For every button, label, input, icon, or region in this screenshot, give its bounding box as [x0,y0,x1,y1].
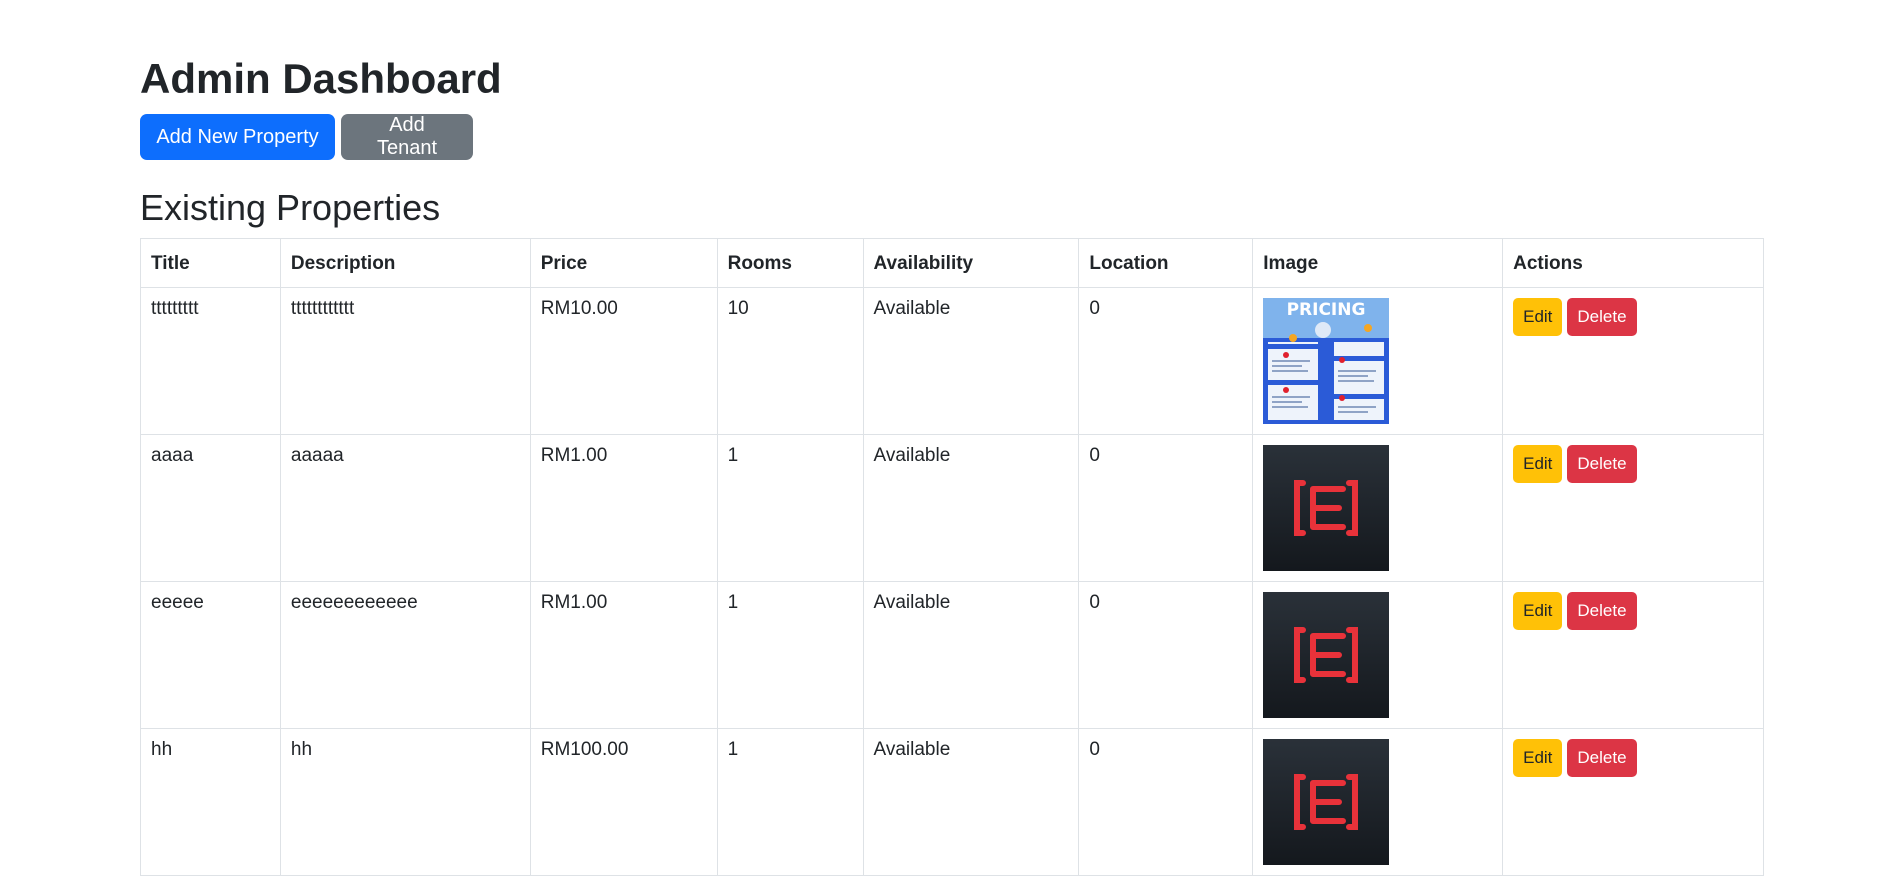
cell-actions: Edit Delete [1502,728,1764,876]
delete-button[interactable]: Delete [1567,739,1637,777]
table-row: hh hh RM100.00 1 Available 0 Edit Delete [140,728,1764,876]
action-buttons: Add New Property Add Tenant [140,114,473,160]
table-row: ttttttttt tttttttttttt RM10.00 10 Availa… [140,287,1764,435]
cell-rooms: 10 [716,287,864,435]
column-header-price: Price [529,238,718,288]
property-image-pricing-poster: PRICING [1263,298,1390,424]
add-tenant-button[interactable]: Add Tenant [341,114,473,160]
cell-location: 0 [1078,434,1254,582]
cell-price: RM1.00 [529,434,718,582]
cell-image: PRICING [1252,287,1504,435]
cell-price: RM10.00 [529,287,718,435]
cell-rooms: 1 [716,434,864,582]
property-image-red-e-logo [1263,739,1390,865]
cell-availability: Available [862,581,1080,729]
column-header-title: Title [140,238,281,288]
table-row: eeeee eeeeeeeeeeee RM1.00 1 Available 0 [140,581,1764,729]
cell-description: eeeeeeeeeeee [279,581,531,729]
section-title: Existing Properties [140,187,441,228]
column-header-actions: Actions [1502,238,1764,288]
poster-heading: PRICING [1287,300,1366,320]
property-image-red-e-logo [1263,445,1390,571]
cell-actions: Edit Delete [1502,581,1764,729]
edit-button[interactable]: Edit [1513,298,1563,336]
page-title: Admin Dashboard [140,55,502,102]
property-image-red-e-logo [1263,592,1390,718]
cell-image [1252,434,1504,582]
column-header-availability: Availability [862,238,1080,288]
delete-button[interactable]: Delete [1567,445,1637,483]
cell-title: eeeee [140,581,281,729]
delete-button[interactable]: Delete [1567,592,1637,630]
cell-rooms: 1 [716,728,864,876]
table-header-row: Title Description Price Rooms Availabili… [140,238,1764,288]
edit-button[interactable]: Edit [1513,445,1563,483]
cell-title: ttttttttt [140,287,281,435]
table-row: aaaa aaaaa RM1.00 1 Available 0 Edit Del… [140,434,1764,582]
cell-image [1252,728,1504,876]
cell-price: RM1.00 [529,581,718,729]
cell-availability: Available [862,434,1080,582]
cell-description: hh [279,728,531,876]
delete-button[interactable]: Delete [1567,298,1637,336]
cell-title: aaaa [140,434,281,582]
cell-actions: Edit Delete [1502,434,1764,582]
properties-table: Title Description Price Rooms Availabili… [140,238,1764,876]
column-header-location: Location [1078,238,1254,288]
cell-image [1252,581,1504,729]
cell-rooms: 1 [716,581,864,729]
column-header-rooms: Rooms [716,238,864,288]
cell-availability: Available [862,287,1080,435]
cell-availability: Available [862,728,1080,876]
column-header-image: Image [1252,238,1504,288]
cell-actions: Edit Delete [1502,287,1764,435]
cell-location: 0 [1078,287,1254,435]
cell-location: 0 [1078,728,1254,876]
column-header-description: Description [279,238,531,288]
edit-button[interactable]: Edit [1513,739,1563,777]
cell-description: tttttttttttt [279,287,531,435]
cell-location: 0 [1078,581,1254,729]
cell-description: aaaaa [279,434,531,582]
edit-button[interactable]: Edit [1513,592,1563,630]
cell-price: RM100.00 [529,728,718,876]
cell-title: hh [140,728,281,876]
add-new-property-button[interactable]: Add New Property [140,114,335,160]
